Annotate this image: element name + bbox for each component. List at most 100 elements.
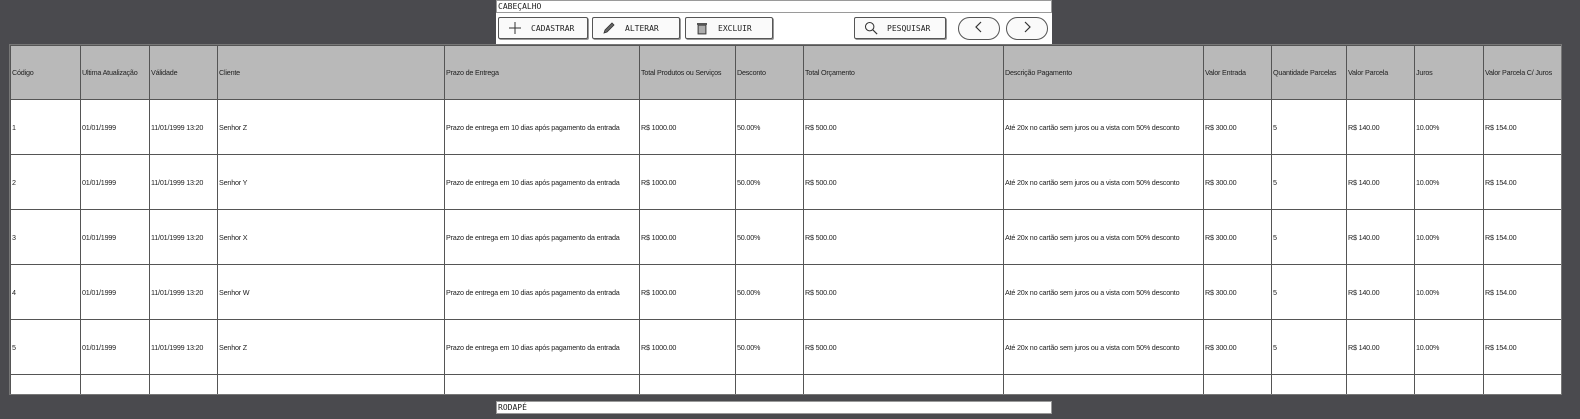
table-cell: R$ 300.00 <box>1203 154 1272 210</box>
plus-icon <box>508 21 522 35</box>
table-cell: R$ 140.00 <box>1346 99 1415 155</box>
chevron-left-icon <box>974 20 984 38</box>
table-cell: 50.00% <box>735 99 804 155</box>
table-cell: 10.00% <box>1414 209 1484 265</box>
table-row[interactable] <box>10 374 1561 394</box>
column-header-quantidade-parcelas[interactable]: Quantidade Parcelas <box>1271 45 1347 100</box>
table-cell: 01/01/1999 <box>80 264 150 320</box>
previous-button[interactable] <box>958 17 1000 40</box>
cadastrar-label: CADASTRAR <box>531 23 575 33</box>
table-cell: 50.00% <box>735 154 804 210</box>
table-cell: 5 <box>1271 99 1347 155</box>
table-cell: Prazo de entrega em 10 dias após pagamen… <box>444 209 640 265</box>
table-cell: 01/01/1999 <box>80 319 150 375</box>
orcamentos-table: Código Ultima Atualização Válidade Clien… <box>9 44 1562 395</box>
table-cell: 11/01/1999 13:20 <box>149 264 218 320</box>
column-header-prazo-entrega[interactable]: Prazo de Entrega <box>444 45 640 100</box>
column-header-ultima-atualizacao[interactable]: Ultima Atualização <box>80 45 150 100</box>
table-cell: R$ 300.00 <box>1203 99 1272 155</box>
table-cell <box>444 374 640 394</box>
search-icon <box>864 21 878 35</box>
table-row[interactable]: 1 01/01/1999 11/01/1999 13:20 Senhor Z Prazo… <box>10 99 1561 155</box>
column-header-desconto[interactable]: Desconto <box>735 45 804 100</box>
table-cell: 2 <box>10 154 81 210</box>
table-cell <box>1414 374 1484 394</box>
table-cell: 5 <box>1271 154 1347 210</box>
table-cell <box>735 374 804 394</box>
column-header-juros[interactable]: Juros <box>1414 45 1484 100</box>
table-cell <box>639 374 736 394</box>
alterar-button[interactable]: ALTERAR <box>592 17 680 39</box>
table-cell: 1 <box>10 99 81 155</box>
table-cell: Senhor Z <box>217 319 445 375</box>
table-cell: R$ 500.00 <box>803 264 1004 320</box>
table-cell: Até 20x no cartão sem juros ou a vista c… <box>1003 154 1204 210</box>
column-header-total-produtos[interactable]: Total Produtos ou Serviços <box>639 45 736 100</box>
table-row[interactable]: 5 01/01/1999 11/01/1999 13:20 Senhor Z Prazo… <box>10 319 1561 375</box>
table-cell <box>803 374 1004 394</box>
column-header-codigo[interactable]: Código <box>10 45 81 100</box>
table-cell <box>1003 374 1204 394</box>
table-cell: 5 <box>1271 264 1347 320</box>
table-cell: R$ 154.00 <box>1483 99 1561 155</box>
table-cell: R$ 140.00 <box>1346 209 1415 265</box>
column-header-cliente[interactable]: Cliente <box>217 45 445 100</box>
column-header-valor-parcela-juros[interactable]: Valor Parcela C/ Juros <box>1483 45 1561 100</box>
page-header: CABEÇALHO <box>496 0 1052 13</box>
table-cell: 10.00% <box>1414 319 1484 375</box>
page-footer: RODAPÉ <box>496 401 1052 414</box>
column-header-valor-entrada[interactable]: Valor Entrada <box>1203 45 1272 100</box>
column-header-total-orcamento[interactable]: Total Orçamento <box>803 45 1004 100</box>
table-cell: Senhor W <box>217 264 445 320</box>
column-header-descricao-pagamento[interactable]: Descrição Pagamento <box>1003 45 1204 100</box>
table-cell: Até 20x no cartão sem juros ou a vista c… <box>1003 264 1204 320</box>
table-cell: 5 <box>1271 319 1347 375</box>
table-cell: 11/01/1999 13:20 <box>149 99 218 155</box>
table-cell: 10.00% <box>1414 264 1484 320</box>
table-cell: 01/01/1999 <box>80 154 150 210</box>
table-cell: R$ 154.00 <box>1483 154 1561 210</box>
table-cell: R$ 140.00 <box>1346 319 1415 375</box>
table-cell: Até 20x no cartão sem juros ou a vista c… <box>1003 99 1204 155</box>
table-cell: R$ 154.00 <box>1483 264 1561 320</box>
table-cell: 10.00% <box>1414 99 1484 155</box>
table-cell: R$ 300.00 <box>1203 319 1272 375</box>
header-label: CABEÇALHO <box>498 2 542 11</box>
table-cell <box>1203 374 1272 394</box>
table-cell: R$ 154.00 <box>1483 209 1561 265</box>
table-cell: R$ 1000.00 <box>639 319 736 375</box>
table-cell: R$ 300.00 <box>1203 209 1272 265</box>
table-row[interactable]: 4 01/01/1999 11/01/1999 13:20 Senhor W Prazo… <box>10 264 1561 320</box>
table-cell <box>10 374 81 394</box>
table-cell <box>149 374 218 394</box>
table-row[interactable]: 2 01/01/1999 11/01/1999 13:20 Senhor Y Prazo… <box>10 154 1561 210</box>
pesquisar-button[interactable]: PESQUISAR <box>854 17 946 39</box>
table-cell: Prazo de entrega em 10 dias após pagamen… <box>444 319 640 375</box>
table-cell: 01/01/1999 <box>80 99 150 155</box>
data-table: Código Ultima Atualização Válidade Clien… <box>10 45 1561 394</box>
toolbar: CADASTRAR ALTERAR EXCLUIR PESQUISAR <box>496 13 1052 44</box>
table-cell: R$ 300.00 <box>1203 264 1272 320</box>
table-cell: Prazo de entrega em 10 dias após pagamen… <box>444 154 640 210</box>
column-header-validade[interactable]: Válidade <box>149 45 218 100</box>
excluir-label: EXCLUIR <box>718 23 752 33</box>
excluir-button[interactable]: EXCLUIR <box>685 17 773 39</box>
table-cell: 4 <box>10 264 81 320</box>
table-cell: 11/01/1999 13:20 <box>149 154 218 210</box>
table-cell: Prazo de entrega em 10 dias após pagamen… <box>444 264 640 320</box>
table-row[interactable]: 3 01/01/1999 11/01/1999 13:20 Senhor X Prazo… <box>10 209 1561 265</box>
column-header-valor-parcela[interactable]: Valor Parcela <box>1346 45 1415 100</box>
table-cell: R$ 154.00 <box>1483 319 1561 375</box>
table-cell: Senhor X <box>217 209 445 265</box>
table-cell: 50.00% <box>735 319 804 375</box>
table-body: 1 01/01/1999 11/01/1999 13:20 Senhor Z Prazo… <box>10 99 1561 394</box>
table-cell: R$ 500.00 <box>803 319 1004 375</box>
table-cell: 50.00% <box>735 264 804 320</box>
table-cell: R$ 500.00 <box>803 209 1004 265</box>
table-cell <box>1483 374 1561 394</box>
cadastrar-button[interactable]: CADASTRAR <box>498 17 588 39</box>
table-cell: R$ 500.00 <box>803 154 1004 210</box>
table-cell: R$ 500.00 <box>803 99 1004 155</box>
next-button[interactable] <box>1006 17 1048 40</box>
chevron-right-icon <box>1022 20 1032 38</box>
